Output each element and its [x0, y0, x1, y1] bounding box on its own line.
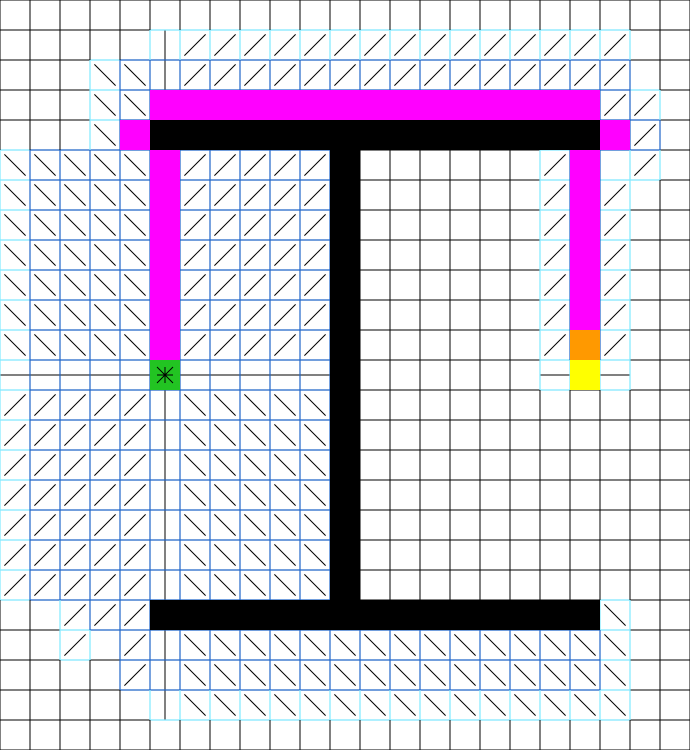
wall-cell — [540, 600, 570, 630]
wall-cell — [330, 570, 360, 600]
path-cell — [570, 300, 600, 330]
wall-cell — [330, 180, 360, 210]
path-cell — [150, 180, 180, 210]
pathfinding-grid[interactable] — [0, 0, 690, 750]
path-cell — [480, 90, 510, 120]
path-cell — [570, 150, 600, 180]
path-cell — [570, 180, 600, 210]
path-cell — [150, 90, 180, 120]
wall-cell — [450, 600, 480, 630]
path-cell — [540, 90, 570, 120]
wall-cell — [180, 120, 210, 150]
wall-cell — [180, 600, 210, 630]
wall-cell — [570, 120, 600, 150]
wall-cell — [330, 450, 360, 480]
wall-cell — [300, 600, 330, 630]
wall-cell — [390, 120, 420, 150]
wall-cell — [330, 510, 360, 540]
current-cell — [570, 330, 600, 360]
wall-cell — [150, 120, 180, 150]
path-cell — [150, 150, 180, 180]
path-cell — [150, 240, 180, 270]
wall-cell — [480, 120, 510, 150]
wall-cell — [360, 600, 390, 630]
path-cell — [120, 120, 150, 150]
wall-cell — [210, 600, 240, 630]
wall-cell — [480, 600, 510, 630]
wall-cell — [570, 600, 600, 630]
path-cell — [570, 210, 600, 240]
wall-cell — [330, 270, 360, 300]
path-cell — [450, 90, 480, 120]
wall-cell — [210, 120, 240, 150]
path-cell — [420, 90, 450, 120]
path-cell — [600, 120, 630, 150]
path-cell — [240, 90, 270, 120]
path-cell — [360, 90, 390, 120]
wall-cell — [420, 600, 450, 630]
path-cell — [300, 90, 330, 120]
wall-cell — [360, 120, 390, 150]
wall-cell — [540, 120, 570, 150]
wall-cell — [510, 120, 540, 150]
path-cell — [390, 90, 420, 120]
path-cell — [150, 210, 180, 240]
wall-cell — [510, 600, 540, 630]
wall-cell — [330, 240, 360, 270]
wall-cell — [330, 390, 360, 420]
path-cell — [270, 90, 300, 120]
wall-cell — [330, 420, 360, 450]
wall-cell — [240, 120, 270, 150]
wall-cell — [270, 600, 300, 630]
wall-cell — [240, 600, 270, 630]
path-cell — [570, 240, 600, 270]
wall-cell — [150, 600, 180, 630]
wall-cell — [330, 600, 360, 630]
path-cell — [570, 90, 600, 120]
wall-cell — [330, 120, 360, 150]
goal-cell — [570, 360, 600, 390]
wall-cell — [300, 120, 330, 150]
wall-cell — [270, 120, 300, 150]
path-cell — [330, 90, 360, 120]
path-cell — [180, 90, 210, 120]
wall-cell — [330, 360, 360, 390]
path-cell — [150, 300, 180, 330]
wall-cell — [330, 210, 360, 240]
wall-cell — [420, 120, 450, 150]
wall-cell — [450, 120, 480, 150]
wall-cell — [390, 600, 420, 630]
wall-cell — [330, 330, 360, 360]
path-cell — [210, 90, 240, 120]
wall-cell — [330, 300, 360, 330]
path-cell — [510, 90, 540, 120]
wall-cell — [330, 480, 360, 510]
path-cell — [150, 270, 180, 300]
wall-cell — [330, 540, 360, 570]
wall-cell — [330, 150, 360, 180]
path-cell — [150, 330, 180, 360]
path-cell — [570, 270, 600, 300]
